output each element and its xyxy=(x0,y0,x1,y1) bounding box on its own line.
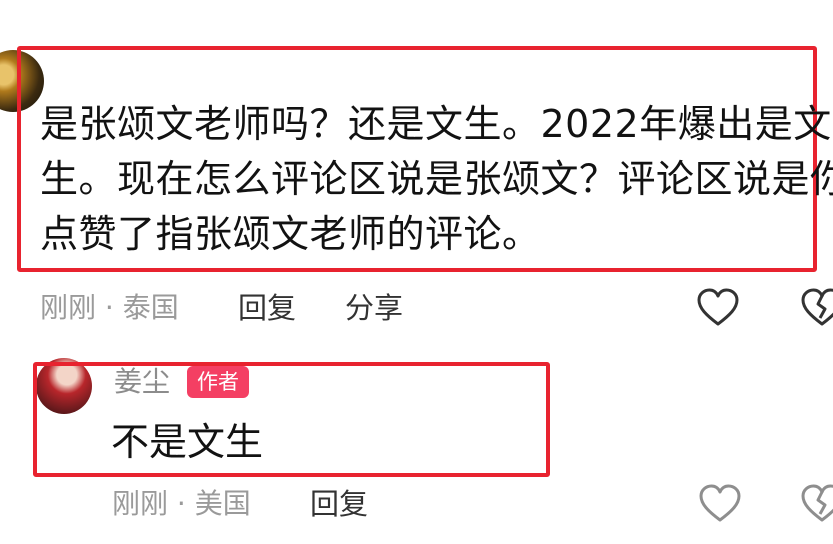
comment-time: 刚刚 xyxy=(40,291,97,324)
reply-button[interactable]: 回复 xyxy=(310,485,368,523)
comment-line-2: 生。现在怎么评论区说是张颂文？评论区说是你 xyxy=(40,157,833,201)
meta-separator: · xyxy=(176,487,186,520)
meta-separator: · xyxy=(104,291,114,324)
comment-location: 泰国 xyxy=(122,291,179,324)
reply-location: 美国 xyxy=(194,487,251,520)
heart-outline-icon[interactable] xyxy=(696,288,740,328)
comment-line-1: 是张颂文老师吗？还是文生。2022年爆出是文 xyxy=(40,102,832,146)
reply-time: 刚刚 xyxy=(112,487,169,520)
comment-meta: 刚刚 · 泰国 xyxy=(40,288,179,328)
reply-button[interactable]: 回复 xyxy=(238,288,296,328)
comment-body: 是张颂文老师吗？还是文生。2022年爆出是文 生。现在怎么评论区说是张颂文？评论… xyxy=(40,97,833,262)
reply-meta: 刚刚 · 美国 xyxy=(112,485,251,523)
broken-heart-icon[interactable] xyxy=(800,288,833,328)
reply-body: 不是文生 xyxy=(111,420,264,464)
comment-line-3: 点赞了指张颂文老师的评论。 xyxy=(40,212,541,256)
watermark xyxy=(672,510,822,534)
share-button[interactable]: 分享 xyxy=(345,288,403,328)
